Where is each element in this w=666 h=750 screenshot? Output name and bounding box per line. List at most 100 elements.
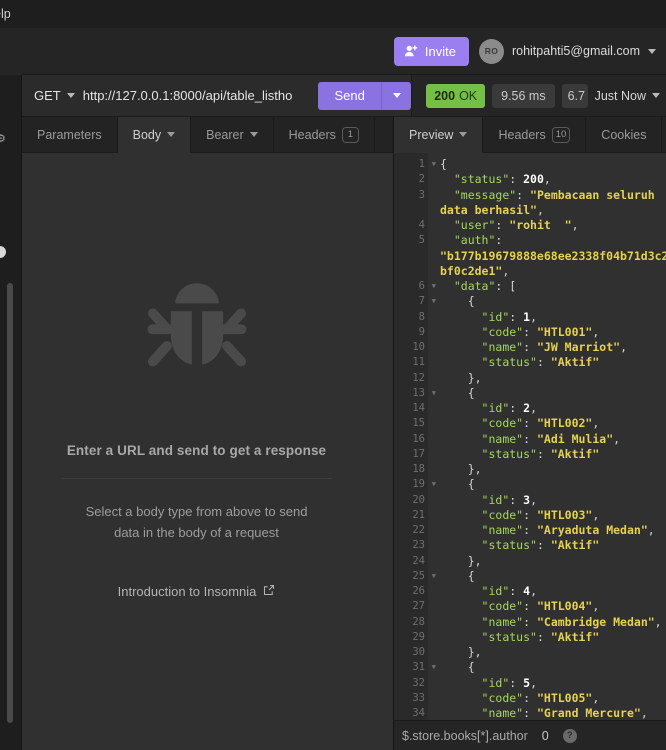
- json-line: "status": "Aktif": [481, 446, 600, 461]
- tab-bearer[interactable]: Bearer: [191, 117, 274, 153]
- line-number: 9: [418, 325, 425, 338]
- json-line: "message": "Pembacaan seluruh: [453, 187, 655, 202]
- response-timestamp: Just Now: [594, 88, 646, 103]
- tab-label: Parameters: [37, 127, 102, 142]
- empty-state-title: Enter a URL and send to get a response: [66, 442, 327, 458]
- chevron-down-icon: [652, 93, 660, 98]
- line-number: 8: [418, 310, 425, 323]
- tab-preview[interactable]: Preview: [394, 117, 484, 153]
- json-line: "b177b19679888e68ee2338f04b71d3c2: [440, 248, 666, 263]
- line-number: 1 ▼: [394, 157, 436, 172]
- line-number: 31 ▼: [394, 660, 436, 675]
- line-number: 20: [412, 493, 425, 506]
- chevron-down-icon: [249, 132, 258, 137]
- empty-state-divider: [61, 477, 332, 479]
- json-code[interactable]: { "status": 200, "message": "Pembacaan s…: [428, 153, 666, 720]
- tab-label: Cookies: [601, 127, 647, 142]
- fold-toggle-icon[interactable]: ▼: [428, 660, 436, 675]
- invite-button[interactable]: Invite: [393, 36, 469, 66]
- gear-icon[interactable]: ⚙: [0, 132, 6, 145]
- json-line: "status": "Aktif": [481, 355, 600, 370]
- line-number: 3: [418, 188, 425, 201]
- json-line: "name": "Aryaduta Medan",: [481, 523, 655, 537]
- tab-strips: Parameters Body Bearer Headers 1 Preview: [0, 117, 666, 153]
- json-line: "name": "Grand Mercure",: [481, 706, 648, 720]
- request-url-bar: GET http://127.0.0.1:8000/api/table_list…: [0, 75, 666, 117]
- tab-cookies[interactable]: Cookies: [586, 117, 663, 153]
- json-line: },: [467, 645, 482, 659]
- chevron-down-icon: [648, 48, 656, 54]
- json-line: },: [467, 462, 482, 476]
- tab-request-headers[interactable]: Headers 1: [273, 117, 375, 153]
- question-mark-icon[interactable]: ?: [562, 728, 577, 743]
- line-number: [394, 264, 428, 279]
- json-filter-count: 0: [541, 728, 549, 743]
- chevron-down-icon: [167, 132, 176, 137]
- response-size-badge[interactable]: 6.7: [561, 83, 588, 108]
- json-filter-input[interactable]: $.store.books[*].author: [402, 729, 528, 743]
- line-number: 23: [412, 539, 425, 552]
- json-line: "id": 3,: [481, 492, 537, 507]
- line-number: 25 ▼: [394, 569, 436, 584]
- json-line: "id": 4,: [481, 584, 537, 598]
- json-line: {: [467, 385, 475, 400]
- json-line: "code": "HTL001",: [481, 324, 600, 339]
- sidebar-scrollbar[interactable]: [7, 283, 13, 723]
- fold-toggle-icon[interactable]: ▼: [428, 294, 436, 309]
- introduction-link[interactable]: Introduction to Insomnia: [118, 584, 276, 599]
- tab-label: Bearer: [206, 127, 244, 142]
- fold-toggle-icon[interactable]: ▼: [428, 157, 436, 172]
- json-viewer[interactable]: 1 ▼ 2 3 45 6 ▼ 7 ▼ 8 9 10 11 12 13 ▼ 14 15 16 17 18 19 ▼ 20 21…: [394, 153, 666, 720]
- status-code: 200: [434, 88, 456, 103]
- fold-toggle-icon[interactable]: ▼: [428, 569, 436, 584]
- response-preview-pane: 1 ▼ 2 3 45 6 ▼ 7 ▼ 8 9 10 11 12 13 ▼ 14 15 16 17 18 19 ▼ 20 21…: [394, 153, 666, 750]
- line-number: 14: [412, 402, 425, 414]
- avatar: RO: [478, 38, 504, 64]
- menu-item-help[interactable]: elp: [0, 7, 15, 21]
- line-number: 22: [412, 524, 425, 536]
- url-input[interactable]: http://127.0.0.1:8000/api/table_listho: [83, 88, 318, 103]
- line-number: 10: [412, 341, 425, 353]
- line-number: 27: [412, 600, 425, 613]
- line-number: 32: [412, 676, 425, 689]
- line-number: 24: [412, 554, 425, 567]
- json-line: "code": "HTL004",: [481, 599, 600, 614]
- external-link-icon: [263, 584, 275, 599]
- left-sidebar-edge: ⚙: [0, 28, 22, 750]
- json-line: "id": 1,: [481, 309, 537, 324]
- fold-toggle-icon[interactable]: ▼: [428, 477, 436, 492]
- json-line: },: [467, 553, 482, 568]
- line-number: 7 ▼: [394, 294, 436, 309]
- json-line: {: [467, 477, 475, 492]
- request-tabs-spacer: [374, 117, 393, 153]
- line-number: 11: [412, 356, 425, 369]
- line-number: 29: [412, 630, 425, 643]
- send-button[interactable]: Send: [318, 81, 382, 110]
- sidebar-dot-indicator: [0, 246, 6, 258]
- account-bar: Invite RO rohitpahti5@gmail.com: [0, 28, 666, 75]
- chevron-down-icon: [392, 93, 401, 98]
- json-line: "code": "HTL003",: [481, 507, 600, 522]
- line-number: 2: [418, 173, 425, 186]
- json-line: {: [440, 157, 447, 171]
- json-line: "id": 5,: [481, 675, 537, 690]
- url-input-wrapper[interactable]: GET http://127.0.0.1:8000/api/table_list…: [22, 75, 413, 116]
- tab-response-headers[interactable]: Headers 10: [483, 117, 587, 153]
- json-line: {: [467, 660, 475, 675]
- line-number: 12: [412, 371, 425, 384]
- fold-toggle-icon[interactable]: ▼: [428, 279, 436, 294]
- json-filter-bar: $.store.books[*].author 0 ?: [394, 720, 666, 750]
- tab-body[interactable]: Body: [117, 117, 192, 153]
- method-selector[interactable]: GET: [22, 88, 83, 103]
- response-time-badge[interactable]: 9.56 ms: [492, 83, 555, 108]
- json-line: "name": "JW Marriot",: [481, 340, 627, 354]
- send-options-button[interactable]: [381, 81, 412, 110]
- response-history-dropdown[interactable]: Just Now: [595, 89, 660, 103]
- fold-toggle-icon[interactable]: ▼: [428, 386, 436, 401]
- account-menu[interactable]: RO rohitpahti5@gmail.com: [478, 38, 656, 64]
- tab-parameters[interactable]: Parameters: [22, 117, 118, 153]
- tab-label: Body: [132, 127, 162, 142]
- line-number: 13 ▼: [394, 386, 436, 401]
- status-badge[interactable]: 200 OK: [426, 83, 486, 108]
- request-tabs: Parameters Body Bearer Headers 1: [0, 117, 394, 153]
